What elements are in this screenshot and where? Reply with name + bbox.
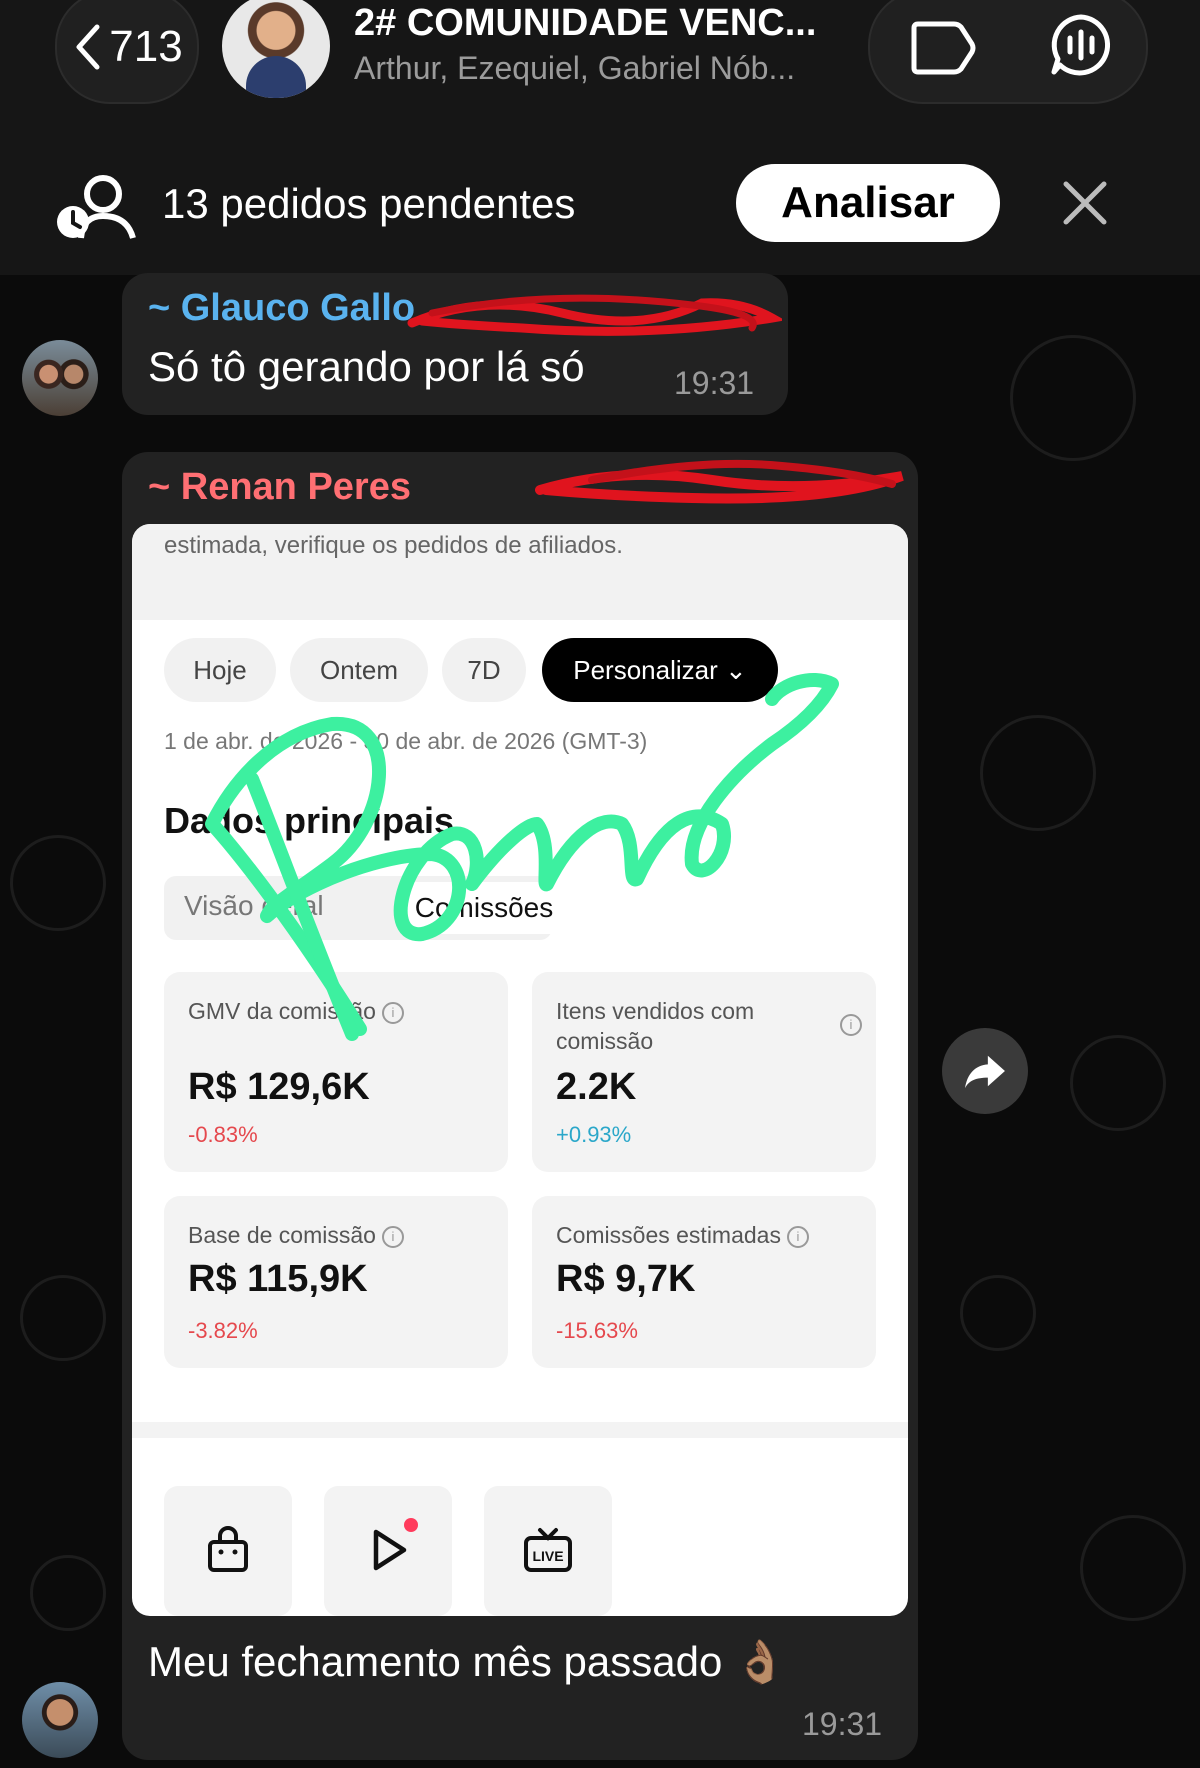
video-tool-button[interactable] [324,1486,452,1616]
redaction-scribble [407,294,782,336]
segmented-tabs: Visão geral Comissões [164,876,568,940]
pending-requests-text: 13 pedidos pendentes [162,180,576,227]
sender-avatar[interactable] [22,1682,98,1758]
message-bubble[interactable]: ~ Renan Peres estimada, verifique os ped… [122,452,918,1760]
info-icon[interactable]: i [840,1014,862,1036]
section-divider [132,1422,908,1438]
voice-chat-icon[interactable] [1048,12,1114,78]
period-yesterday[interactable]: Ontem [290,638,428,702]
message-time: 19:31 [802,1706,883,1742]
group-avatar[interactable] [222,0,330,98]
metric-value: R$ 129,6K [188,1066,370,1108]
sender-name[interactable]: ~ Glauco Gallo [148,287,415,330]
metric-card: Comissões estimadas i R$ 9,7K -15.63% [532,1196,876,1368]
notification-dot [404,1518,418,1532]
metric-card: Base de comissão i R$ 115,9K -3.82% [164,1196,508,1368]
shop-bag-icon [208,1526,248,1572]
section-title: Dados principais [164,800,455,841]
period-7d[interactable]: 7D [442,638,526,702]
tab-commissions[interactable]: Comissões [400,882,568,934]
info-icon[interactable]: i [381,1001,404,1024]
period-custom[interactable]: Personalizar ⌄ [542,638,778,702]
metric-label: Comissões estimadas i [556,1220,809,1250]
screenshot-note: estimada, verifique os pedidos de afilia… [164,532,623,559]
unread-count: 713 [109,22,183,71]
metric-change: +0.93% [556,1122,632,1147]
date-range: 1 de abr. de 2026 - 30 de abr. de 2026 (… [164,728,648,754]
live-icon: LIVE [524,1528,572,1572]
label-icon[interactable] [908,18,978,78]
chat-header: 713 2# COMUNIDADE VENC... Arthur, Ezequi… [0,0,1200,275]
tab-overview[interactable]: Visão geral [184,890,324,922]
pending-requests-icon [57,175,136,239]
group-members[interactable]: Arthur, Ezequiel, Gabriel Nób... [354,50,795,87]
chevron-left-icon [76,24,100,70]
message-time: 19:31 [674,365,755,401]
info-icon[interactable]: i [786,1225,809,1248]
video-play-icon [373,1529,407,1571]
svg-text:LIVE: LIVE [532,1548,563,1564]
metric-change: -0.83% [188,1122,258,1147]
metric-value: R$ 115,9K [188,1258,368,1300]
forward-arrow-icon [965,1055,1005,1089]
message-bubble[interactable]: ~ Glauco Gallo Só tô gerando por lá só 1… [122,273,788,415]
metric-label: Itens vendidos com comissão [556,998,755,1054]
screenshot-header: estimada, verifique os pedidos de afilia… [132,524,908,620]
forward-button[interactable] [942,1028,1028,1114]
shop-tool-button[interactable] [164,1486,292,1616]
sender-name[interactable]: ~ Renan Peres [148,466,411,509]
metric-card: Itens vendidos com comissão i 2.2K +0.93… [532,972,876,1172]
attached-image[interactable]: estimada, verifique os pedidos de afilia… [132,524,908,1616]
sender-avatar[interactable] [22,340,98,416]
analyze-button[interactable]: Analisar [736,164,1000,242]
metric-value: R$ 9,7K [556,1258,696,1300]
group-title[interactable]: 2# COMUNIDADE VENC... [354,2,816,45]
metric-label: Base de comissão i [188,1220,404,1250]
redaction-scribble [535,459,904,504]
metric-value: 2.2K [556,1066,637,1108]
close-icon[interactable] [1062,180,1108,226]
metric-label: GMV da comissão i [188,996,404,1026]
metric-change: -3.82% [188,1318,258,1343]
message-text: Só tô gerando por lá só [148,343,585,390]
message-text: Meu fechamento mês passado 👌🏽 [148,1638,787,1685]
back-button[interactable]: 713 [55,0,199,104]
metric-change: -15.63% [556,1318,638,1343]
live-tool-button[interactable]: LIVE [484,1486,612,1616]
header-actions [868,0,1148,104]
info-icon[interactable]: i [381,1225,404,1248]
period-today[interactable]: Hoje [164,638,276,702]
metric-card: GMV da comissão i R$ 129,6K -0.83% [164,972,508,1172]
